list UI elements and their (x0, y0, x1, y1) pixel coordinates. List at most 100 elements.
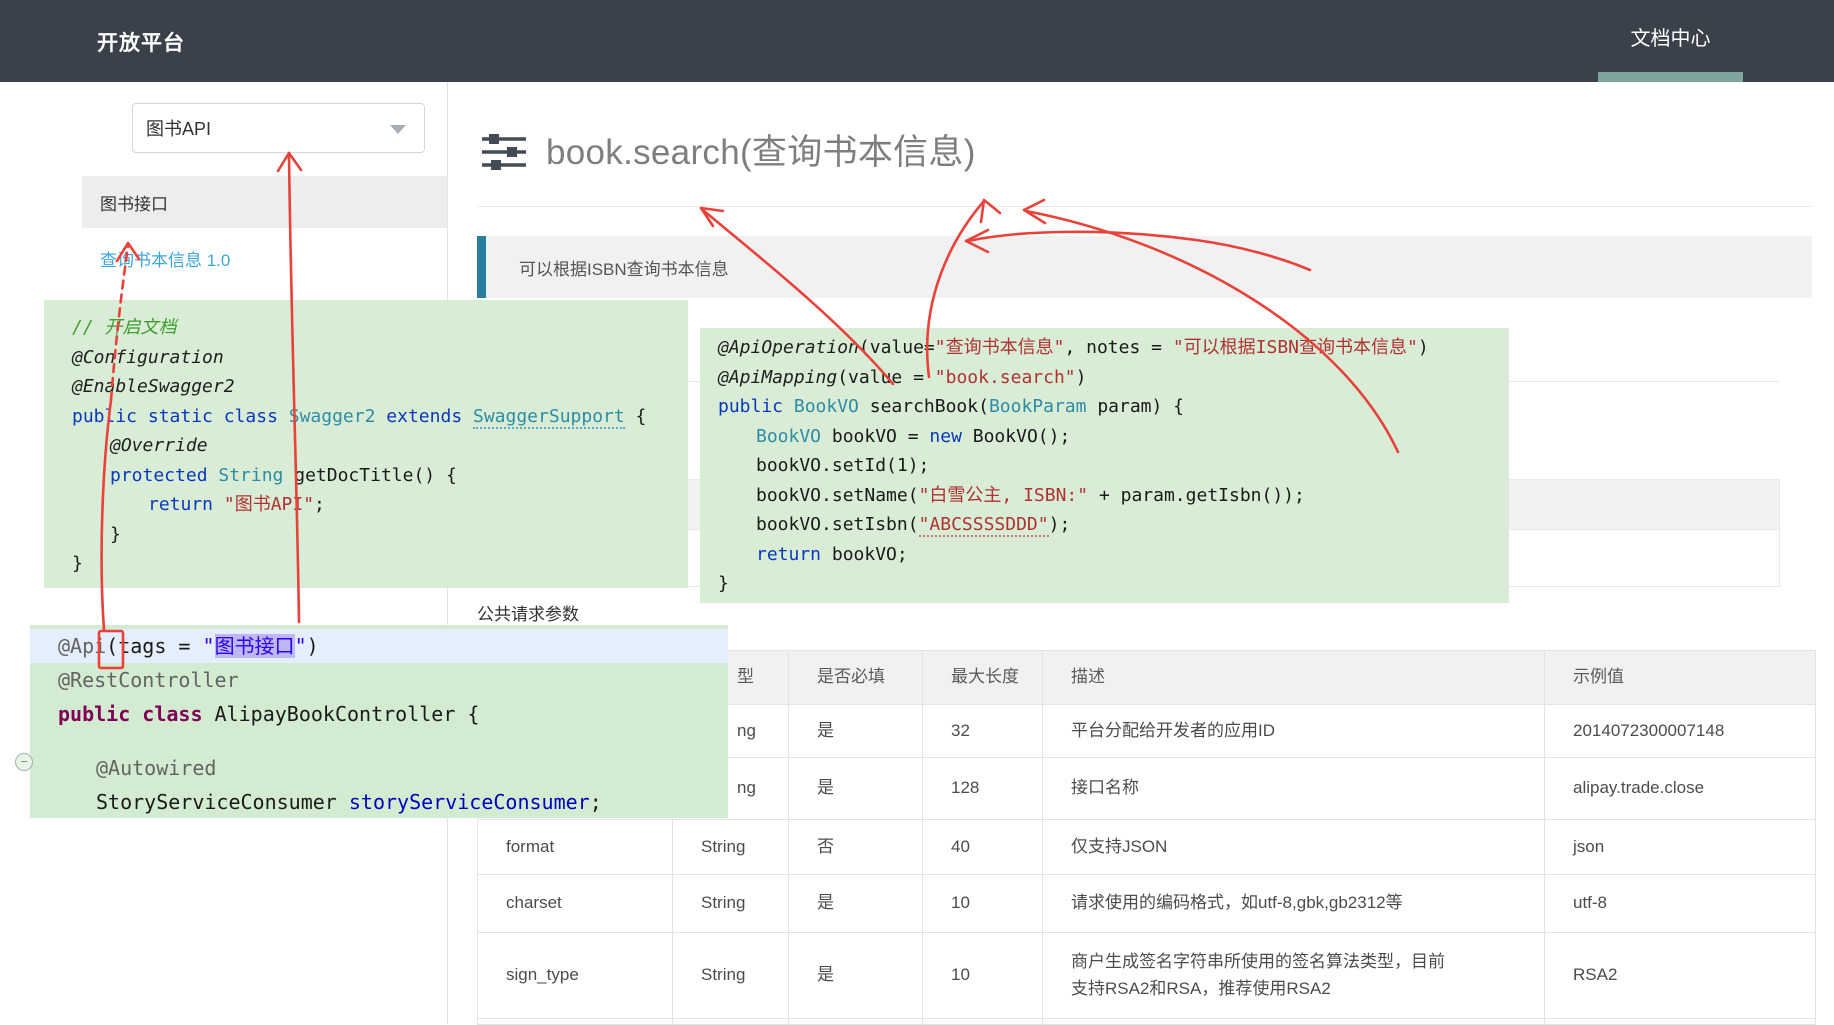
code-line: // 开启文档 (72, 313, 688, 343)
chevron-down-icon (390, 125, 406, 134)
code-token: ; (590, 790, 602, 814)
code-line: return bookVO; (718, 540, 1509, 570)
table-cell: String (673, 933, 789, 1019)
code-token: + param.getIsbn()); (1088, 485, 1305, 506)
table-cell: 是 (789, 758, 923, 820)
code-token: @Autowired (96, 756, 216, 780)
code-token: StoryServiceConsumer (96, 790, 349, 814)
code-line: BookVO bookVO = new BookVO(); (718, 422, 1509, 452)
code-block-swagger-config: // 开启文档@Configuration@EnableSwagger2publ… (44, 300, 688, 588)
code-token: storyServiceConsumer (349, 790, 590, 814)
code-token: ) (1076, 367, 1087, 388)
table-row: charsetString是10请求使用的编码格式，如utf-8,gbk,gb2… (478, 875, 1816, 933)
table-cell: 请求使用的编码格式，如utf-8,gbk,gb2312等 (1043, 875, 1545, 933)
code-line: StoryServiceConsumer storyServiceConsume… (58, 785, 728, 819)
api-select-value: 图书API (146, 115, 211, 141)
code-line: protected String getDocTitle() { (72, 461, 688, 491)
code-token: tags = (118, 634, 202, 658)
tab-doc-center[interactable]: 文档中心 (1598, 0, 1743, 72)
table-header-cell: 示例值 (1545, 651, 1816, 705)
code-token: ) (307, 634, 319, 658)
code-token: AlipayBookController { (203, 702, 480, 726)
code-token: return (756, 544, 821, 565)
code-line: @ApiMapping(value = "book.search") (718, 363, 1509, 393)
code-token: (value = (837, 367, 935, 388)
table-cell: 是 (789, 875, 923, 933)
code-token: "图书API" (224, 494, 314, 515)
table-cell: 商户生成签名字符串所使用的签名算法类型，目前 支持RSA2和RSA，推荐使用RS… (1043, 933, 1545, 1019)
code-token: ); (1049, 514, 1071, 535)
table-cell: json (1545, 820, 1816, 875)
table-header-cell: 是否必填 (789, 651, 923, 705)
code-token: bookVO.setIsbn( (756, 514, 919, 535)
sidebar-link-version[interactable]: 查询书本信息 1.0 (100, 246, 230, 271)
code-token: " (295, 634, 307, 658)
code-line: @Api(tags = "图书接口") (30, 629, 728, 663)
code-token: return (148, 494, 224, 515)
table-cell: 接口名称 (1043, 758, 1545, 820)
code-token: "ABCSSSSDDD" (919, 514, 1049, 537)
top-navbar: 开放平台 文档中心 (0, 0, 1834, 82)
code-line: bookVO.setIsbn("ABCSSSSDDD"); (718, 510, 1509, 540)
table-cell: 是 (789, 705, 923, 758)
table-cell: 否 (789, 820, 923, 875)
divider (477, 206, 1812, 207)
code-token: searchBook( (859, 396, 989, 417)
sidebar-item-book-api-group[interactable]: 图书接口 (82, 176, 447, 228)
code-token: public static class (72, 406, 289, 427)
code-token: @Api (58, 634, 106, 658)
table-cell: 40 (923, 820, 1043, 875)
code-line: @ApiOperation(value="查询书本信息", notes = "可… (718, 333, 1509, 363)
code-token: } (718, 573, 729, 594)
code-line: public class AlipayBookController { (58, 697, 728, 731)
code-line: public static class Swagger2 extends Swa… (72, 402, 688, 432)
code-token: { (625, 406, 647, 427)
code-line: public BookVO searchBook(BookParam param… (718, 392, 1509, 422)
brand-title: 开放平台 (97, 27, 185, 57)
page-title: book.search(查询书本信息) (546, 124, 976, 175)
code-token: "白雪公主, ISBN:" (919, 485, 1089, 506)
table-cell: String (673, 875, 789, 933)
code-token: @RestController (58, 668, 239, 692)
code-token: "book.search" (935, 367, 1076, 388)
code-token: } (110, 524, 121, 545)
code-token: BookParam (989, 396, 1087, 417)
code-block-search-method: @ApiOperation(value="查询书本信息", notes = "可… (700, 328, 1509, 603)
code-line: @EnableSwagger2 (72, 372, 688, 402)
code-token: ( (106, 634, 118, 658)
api-select-dropdown[interactable]: 图书API (132, 103, 425, 153)
code-line (58, 731, 728, 751)
api-note-text: 可以根据ISBN查询书本信息 (519, 255, 729, 280)
table-cell: 2014072300007148 (1545, 705, 1816, 758)
table-header-cell: 描述 (1043, 651, 1545, 705)
code-token: (value= (859, 337, 935, 358)
code-token: BookVO (756, 426, 821, 447)
section-heading: 公共请求参数 (477, 600, 579, 625)
table-cell: String (673, 820, 789, 875)
code-token: @ApiOperation (718, 337, 859, 358)
code-token: String (218, 465, 283, 486)
code-token: @Configuration (72, 347, 224, 368)
table-cell: charset (478, 875, 673, 933)
code-line: @Autowired (58, 751, 728, 785)
code-token: extends (386, 406, 462, 427)
code-line: } (72, 520, 688, 550)
code-line: @Configuration (72, 343, 688, 373)
code-fold-minus-icon[interactable]: − (15, 753, 33, 771)
code-token: bookVO.setName( (756, 485, 919, 506)
code-line: @Override (72, 431, 688, 461)
code-token: "可以根据ISBN查询书本信息" (1173, 337, 1418, 358)
table-cell: format (478, 820, 673, 875)
sidebar-item-label: 图书接口 (100, 190, 168, 215)
table-cell: 仅支持JSON (1043, 820, 1545, 875)
table-header-cell: 最大长度 (923, 651, 1043, 705)
code-token: bookVO.setId(1); (756, 455, 929, 476)
code-line: } (718, 569, 1509, 599)
code-token: bookVO; (821, 544, 908, 565)
code-token: getDocTitle() { (283, 465, 456, 486)
code-token: @Override (110, 435, 208, 456)
table-cell: 32 (923, 705, 1043, 758)
code-token: @ApiMapping (718, 367, 837, 388)
code-token: protected (110, 465, 218, 486)
code-token: // 开启文档 (72, 317, 177, 338)
